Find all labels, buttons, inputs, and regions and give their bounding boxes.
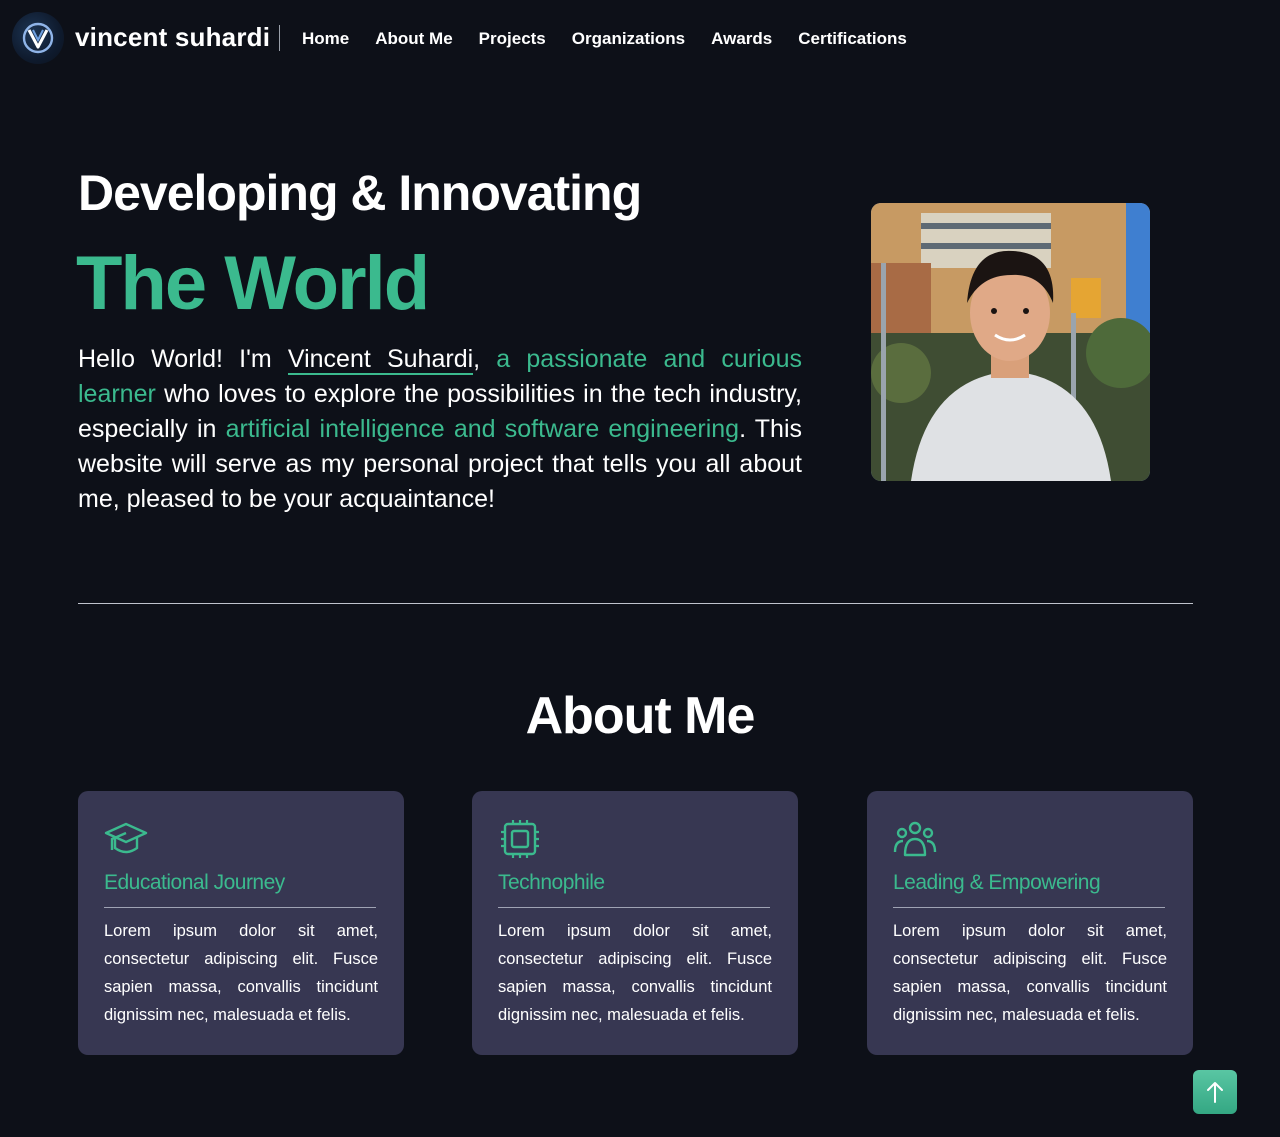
- intro-highlight-fields: artificial intelligence and software eng…: [225, 415, 740, 443]
- navbar: vincent suhardi Home About Me Projects O…: [0, 0, 1280, 78]
- graduation-cap-icon: [104, 819, 148, 859]
- nav-links: Home About Me Projects Organizations Awa…: [302, 29, 933, 49]
- nav-link-home[interactable]: Home: [302, 29, 349, 49]
- page: vincent suhardi Home About Me Projects O…: [0, 0, 1280, 1137]
- nav-link-about-me[interactable]: About Me: [375, 29, 452, 49]
- card-body: Lorem ipsum dolor sit amet, consectetur …: [893, 922, 1167, 1024]
- nav-link-organizations[interactable]: Organizations: [572, 29, 685, 49]
- nav-link-certifications[interactable]: Certifications: [798, 29, 907, 49]
- card-body: Lorem ipsum dolor sit amet, consectetur …: [104, 922, 378, 1024]
- hero-intro: Hello World! I'm Vincent Suhardi, a pass…: [78, 342, 802, 517]
- scroll-to-top-button[interactable]: [1193, 1070, 1237, 1114]
- about-me-title: About Me: [525, 687, 756, 745]
- intro-prefix: Hello World! I'm: [78, 345, 288, 373]
- nav-link-awards[interactable]: Awards: [711, 29, 772, 49]
- card-title: Technophile: [498, 871, 605, 894]
- arrow-up-icon: [1207, 1082, 1223, 1103]
- card-divider: [498, 907, 770, 908]
- brand-name[interactable]: vincent suhardi: [75, 22, 270, 53]
- name-link[interactable]: Vincent Suhardi: [287, 345, 474, 375]
- profile-photo: [871, 203, 1150, 481]
- nav-link-projects[interactable]: Projects: [479, 29, 546, 49]
- card-title: Leading & Empowering: [893, 871, 1101, 894]
- cpu-chip-icon: [498, 819, 542, 859]
- card-educational-journey: Educational Journey Lorem ipsum dolor si…: [78, 791, 404, 1055]
- people-group-icon: [893, 819, 937, 859]
- nav-divider: [279, 25, 280, 51]
- card-body: Lorem ipsum dolor sit amet, consectetur …: [498, 922, 772, 1024]
- card-title: Educational Journey: [104, 871, 285, 894]
- hero-subheading: The World: [76, 241, 430, 326]
- section-divider: [78, 603, 1193, 604]
- card-technophile: Technophile Lorem ipsum dolor sit amet, …: [472, 791, 798, 1055]
- card-leading-empowering: Leading & Empowering Lorem ipsum dolor s…: [867, 791, 1193, 1055]
- hero-heading: Developing & Innovating: [78, 165, 642, 221]
- logo-icon[interactable]: [12, 12, 64, 64]
- card-divider: [893, 907, 1165, 908]
- card-divider: [104, 907, 376, 908]
